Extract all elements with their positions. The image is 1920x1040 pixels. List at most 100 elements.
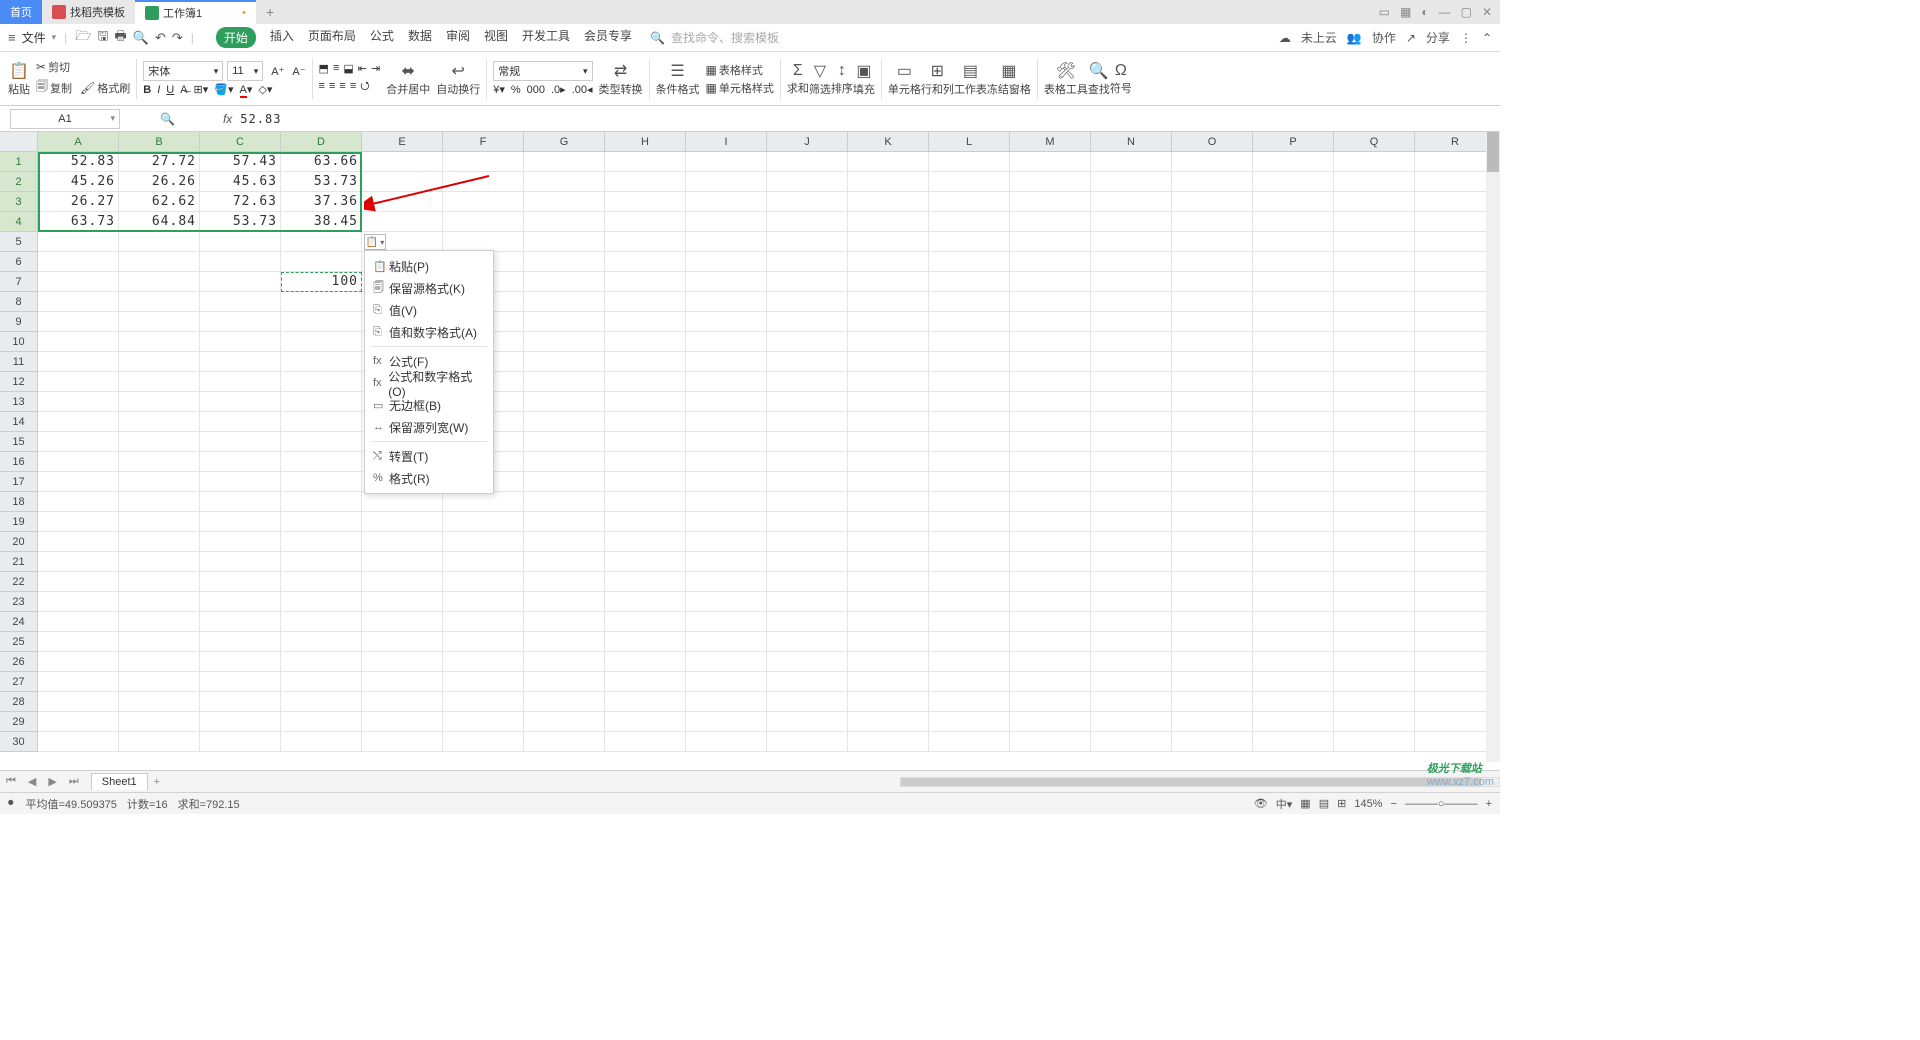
row-header-22[interactable]: 22 [0, 572, 38, 592]
sheet-nav-first[interactable]: ⏮ [0, 775, 22, 788]
zoom-slider[interactable]: ———○——— [1405, 798, 1478, 810]
col-header-F[interactable]: F [443, 132, 524, 152]
menu-format[interactable]: %格式(R) [365, 467, 493, 489]
cell[interactable] [1415, 332, 1496, 352]
sheet-nav-prev[interactable]: ◀ [22, 775, 42, 788]
col-header-R[interactable]: R [1415, 132, 1496, 152]
col-header-G[interactable]: G [524, 132, 605, 152]
cell[interactable] [1334, 472, 1415, 492]
cell[interactable] [1334, 612, 1415, 632]
cell[interactable] [524, 672, 605, 692]
cell[interactable] [929, 472, 1010, 492]
cell[interactable] [119, 332, 200, 352]
cell[interactable] [1091, 712, 1172, 732]
cell[interactable] [848, 252, 929, 272]
cell[interactable] [848, 292, 929, 312]
undo-icon[interactable]: ↶ [155, 30, 166, 46]
tab-dev[interactable]: 开发工具 [522, 27, 570, 48]
cell[interactable] [1172, 532, 1253, 552]
cell[interactable] [767, 152, 848, 172]
cell[interactable] [281, 252, 362, 272]
cell[interactable] [1091, 472, 1172, 492]
scroll-thumb[interactable] [1487, 132, 1499, 172]
cell[interactable] [1253, 392, 1334, 412]
cell[interactable] [686, 172, 767, 192]
cell[interactable] [605, 652, 686, 672]
cell[interactable] [767, 212, 848, 232]
apps-icon[interactable]: ▦ [1400, 5, 1411, 19]
cell[interactable] [605, 192, 686, 212]
tab-add[interactable]: + [256, 0, 284, 24]
row-header-20[interactable]: 20 [0, 532, 38, 552]
row-header-18[interactable]: 18 [0, 492, 38, 512]
cell[interactable] [281, 652, 362, 672]
cell[interactable] [1334, 632, 1415, 652]
cell[interactable] [848, 372, 929, 392]
cell[interactable] [605, 312, 686, 332]
row-header-25[interactable]: 25 [0, 632, 38, 652]
cell[interactable] [1091, 592, 1172, 612]
cell[interactable] [1253, 252, 1334, 272]
cell[interactable] [1334, 412, 1415, 432]
cell[interactable] [1415, 612, 1496, 632]
menu-keep-source-fmt[interactable]: 🗐保留源格式(K) [365, 277, 493, 299]
cell[interactable] [119, 652, 200, 672]
cell[interactable] [38, 612, 119, 632]
cell[interactable] [119, 432, 200, 452]
sum-button[interactable]: Σ求和 [787, 62, 809, 96]
cell[interactable] [443, 632, 524, 652]
cell[interactable] [281, 372, 362, 392]
cell[interactable] [929, 332, 1010, 352]
cell[interactable] [686, 712, 767, 732]
hamburger-icon[interactable]: ≡ [8, 30, 16, 45]
cell[interactable] [119, 452, 200, 472]
col-header-L[interactable]: L [929, 132, 1010, 152]
cell[interactable] [1334, 712, 1415, 732]
cell[interactable] [848, 272, 929, 292]
cell[interactable]: 37.36 [281, 192, 362, 212]
cell[interactable] [848, 712, 929, 732]
cell[interactable] [1253, 572, 1334, 592]
cell[interactable] [200, 412, 281, 432]
paste-options-tag[interactable]: 📋 [364, 234, 386, 250]
cell[interactable] [38, 392, 119, 412]
cell[interactable] [1334, 312, 1415, 332]
cell[interactable] [200, 692, 281, 712]
cell[interactable] [1010, 632, 1091, 652]
cell[interactable] [686, 512, 767, 532]
cell[interactable] [362, 592, 443, 612]
cell[interactable] [362, 192, 443, 212]
cell[interactable] [281, 472, 362, 492]
cell[interactable] [1010, 592, 1091, 612]
row-header-23[interactable]: 23 [0, 592, 38, 612]
cell[interactable] [281, 492, 362, 512]
cell[interactable]: 64.84 [119, 212, 200, 232]
tab-start[interactable]: 开始 [216, 27, 256, 48]
cell[interactable] [1334, 592, 1415, 612]
row-header-5[interactable]: 5 [0, 232, 38, 252]
cell[interactable] [605, 612, 686, 632]
cell[interactable] [1010, 332, 1091, 352]
cell[interactable] [1334, 692, 1415, 712]
cell[interactable] [929, 392, 1010, 412]
cell[interactable] [1091, 612, 1172, 632]
tab-pagelayout[interactable]: 页面布局 [308, 27, 356, 48]
cell[interactable] [38, 352, 119, 372]
cell[interactable] [1334, 352, 1415, 372]
cell[interactable] [848, 572, 929, 592]
cell[interactable] [1010, 252, 1091, 272]
col-header-E[interactable]: E [362, 132, 443, 152]
cell[interactable] [686, 472, 767, 492]
row-header-9[interactable]: 9 [0, 312, 38, 332]
cell[interactable] [524, 472, 605, 492]
cell[interactable] [281, 392, 362, 412]
cell[interactable] [848, 692, 929, 712]
cell[interactable] [38, 532, 119, 552]
cell[interactable] [362, 512, 443, 532]
cell[interactable] [200, 532, 281, 552]
cell[interactable] [767, 552, 848, 572]
cell[interactable] [1010, 412, 1091, 432]
more-icon[interactable]: ⋮ [1460, 31, 1472, 45]
cell[interactable] [1253, 212, 1334, 232]
cell[interactable] [200, 392, 281, 412]
